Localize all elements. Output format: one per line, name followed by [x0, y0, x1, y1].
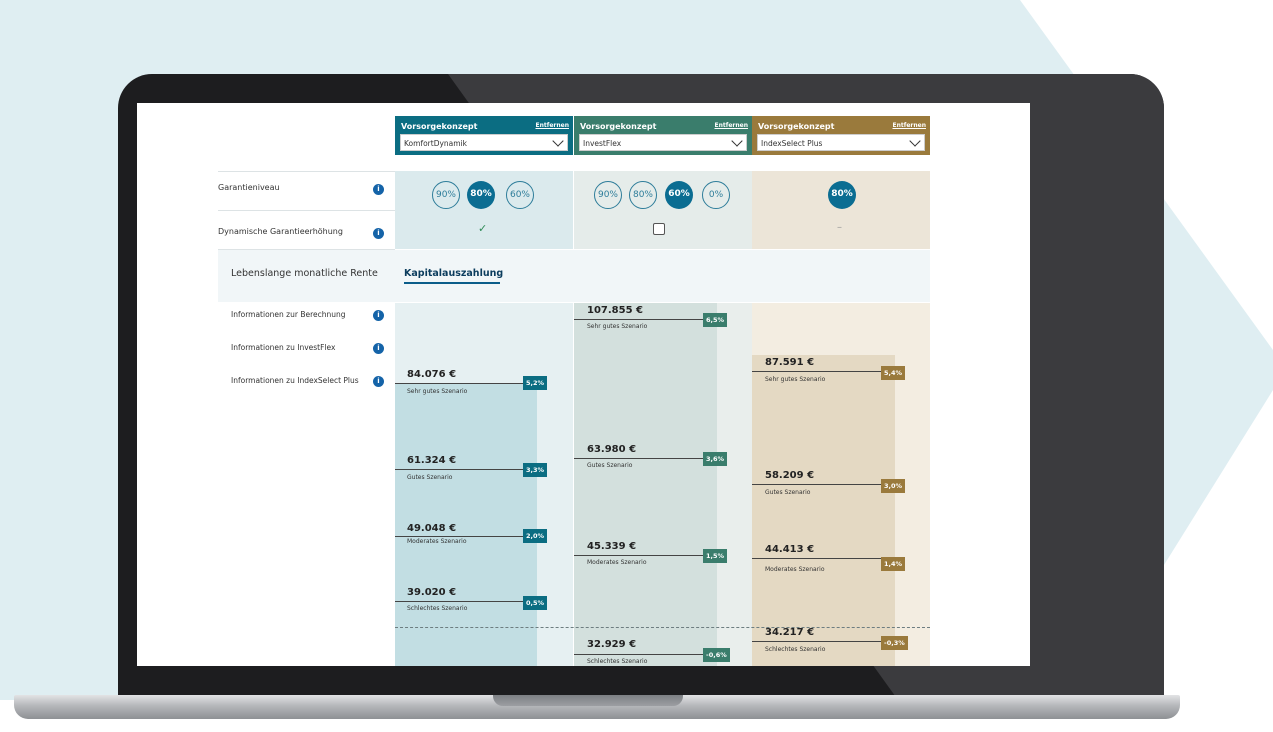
row-separator	[218, 210, 395, 211]
scenario-amount: 61.324 €	[407, 455, 457, 466]
scenario-rate: 5,2%	[523, 376, 548, 390]
scenario-amount: 107.855 €	[587, 305, 643, 316]
scenario-rate: 0,5%	[523, 596, 548, 610]
check-icon: ✓	[478, 222, 488, 235]
scenario-amount: 32.929 €	[587, 639, 637, 650]
scenario-rate: 5,4%	[881, 366, 906, 380]
tab-rente[interactable]: Lebenslange monatliche Rente	[231, 268, 378, 279]
scenario-label: Moderates Szenario	[587, 559, 647, 566]
laptop-notch	[493, 695, 683, 706]
dash-icon: –	[837, 222, 842, 233]
scenario-label: Schlechtes Szenario	[587, 658, 648, 665]
garantie-option[interactable]: 90%	[594, 181, 622, 209]
scenario-line	[574, 458, 703, 459]
remove-link[interactable]: Entfernen	[893, 122, 927, 129]
row-separator	[218, 171, 395, 172]
scenario-line	[752, 371, 881, 372]
scenario-amount: 84.076 €	[407, 369, 457, 380]
scenario-label: Sehr gutes Szenario	[765, 376, 826, 383]
garantie-option[interactable]: 90%	[432, 181, 460, 209]
col1-header: Vorsorgekonzept Entfernen KomfortDynamik	[395, 116, 573, 155]
scenario-line	[752, 484, 881, 485]
app-screen: Vorsorgekonzept Entfernen KomfortDynamik…	[137, 103, 1030, 666]
scenario-label: Sehr gutes Szenario	[587, 323, 648, 330]
scenario-label: Sehr gutes Szenario	[407, 388, 468, 395]
scenario-line	[574, 555, 703, 556]
scenario-amount: 44.413 €	[765, 544, 815, 555]
scenario-amount: 39.020 €	[407, 587, 457, 598]
col-header-title: Vorsorgekonzept	[758, 122, 835, 131]
scenario-amount: 87.591 €	[765, 357, 815, 368]
scenario-rate: -0,3%	[881, 636, 908, 650]
col3-header: Vorsorgekonzept Entfernen IndexSelect Pl…	[752, 116, 930, 155]
scenario-rate: 1,4%	[881, 557, 906, 571]
scenario-amount: 45.339 €	[587, 541, 637, 552]
product-select[interactable]: IndexSelect Plus	[757, 134, 925, 151]
product-select[interactable]: KomfortDynamik	[400, 134, 568, 151]
garantieniveau-label: Garantieniveau	[218, 183, 280, 192]
scenario-line	[752, 641, 881, 642]
scenario-label: Gutes Szenario	[407, 474, 453, 481]
scenario-line	[574, 654, 703, 655]
scenario-label: Schlechtes Szenario	[407, 605, 468, 612]
info-link-indexselect[interactable]: Informationen zu IndexSelect Plus	[231, 376, 361, 386]
scenario-label: Gutes Szenario	[587, 462, 633, 469]
scenario-rate: 1,5%	[703, 549, 728, 563]
chevron-down-icon	[552, 135, 564, 147]
product-select[interactable]: InvestFlex	[579, 134, 747, 151]
scenario-label: Moderates Szenario	[765, 566, 825, 573]
scenario-line	[395, 601, 523, 602]
garantie-option[interactable]: 80%	[629, 181, 657, 209]
garantie-option[interactable]: 0%	[702, 181, 730, 209]
garantie-option-selected[interactable]: 80%	[467, 181, 495, 209]
scenario-rate: 3,0%	[881, 479, 906, 493]
active-tab-underline	[404, 282, 500, 284]
guarantee-line	[395, 627, 930, 628]
product-select-value: IndexSelect Plus	[761, 139, 823, 148]
garantie-option-selected[interactable]: 60%	[665, 181, 693, 209]
remove-link[interactable]: Entfernen	[536, 122, 570, 129]
scenario-rate: 3,6%	[703, 452, 728, 466]
scenario-rate: 6,5%	[703, 313, 728, 327]
scenario-label: Gutes Szenario	[765, 489, 811, 496]
info-icon[interactable]: i	[373, 184, 384, 195]
product-select-value: KomfortDynamik	[404, 139, 467, 148]
scenario-line	[395, 469, 523, 470]
scenario-label: Moderates Szenario	[407, 538, 467, 545]
info-link-investflex[interactable]: Informationen zu InvestFlex	[231, 343, 335, 353]
scenario-line	[574, 319, 703, 320]
col2-range-bar	[574, 303, 717, 666]
dynamische-label: Dynamische Garantieerhöhung	[218, 227, 343, 236]
chevron-down-icon	[731, 135, 743, 147]
remove-link[interactable]: Entfernen	[715, 122, 749, 129]
info-icon[interactable]: i	[373, 228, 384, 239]
product-select-value: InvestFlex	[583, 139, 622, 148]
scenario-line	[395, 536, 523, 537]
chevron-down-icon	[909, 135, 921, 147]
info-icon[interactable]: i	[373, 310, 384, 321]
scenario-rate: 2,0%	[523, 529, 548, 543]
scenario-rate: 3,3%	[523, 463, 548, 477]
scenario-line	[395, 383, 523, 384]
info-link-berechnung[interactable]: Informationen zur Berechnung	[231, 310, 346, 320]
scenario-line	[752, 558, 881, 559]
info-icon[interactable]: i	[373, 376, 384, 387]
col3-range-bar	[752, 355, 895, 666]
scenario-amount: 58.209 €	[765, 470, 815, 481]
tab-kapitalauszahlung[interactable]: Kapitalauszahlung	[404, 268, 503, 279]
garantie-option[interactable]: 60%	[506, 181, 534, 209]
scenario-amount: 34.217 €	[765, 627, 815, 638]
scenario-label: Schlechtes Szenario	[765, 646, 826, 653]
info-icon[interactable]: i	[373, 343, 384, 354]
garantie-option-selected[interactable]: 80%	[828, 181, 856, 209]
col-header-title: Vorsorgekonzept	[580, 122, 657, 131]
dynamische-checkbox[interactable]	[653, 223, 665, 235]
col-header-title: Vorsorgekonzept	[401, 122, 478, 131]
scenario-amount: 49.048 €	[407, 523, 457, 534]
scenario-rate: -0,6%	[703, 648, 730, 662]
scenario-amount: 63.980 €	[587, 444, 637, 455]
left-margin	[137, 103, 207, 666]
col2-header: Vorsorgekonzept Entfernen InvestFlex	[574, 116, 752, 155]
